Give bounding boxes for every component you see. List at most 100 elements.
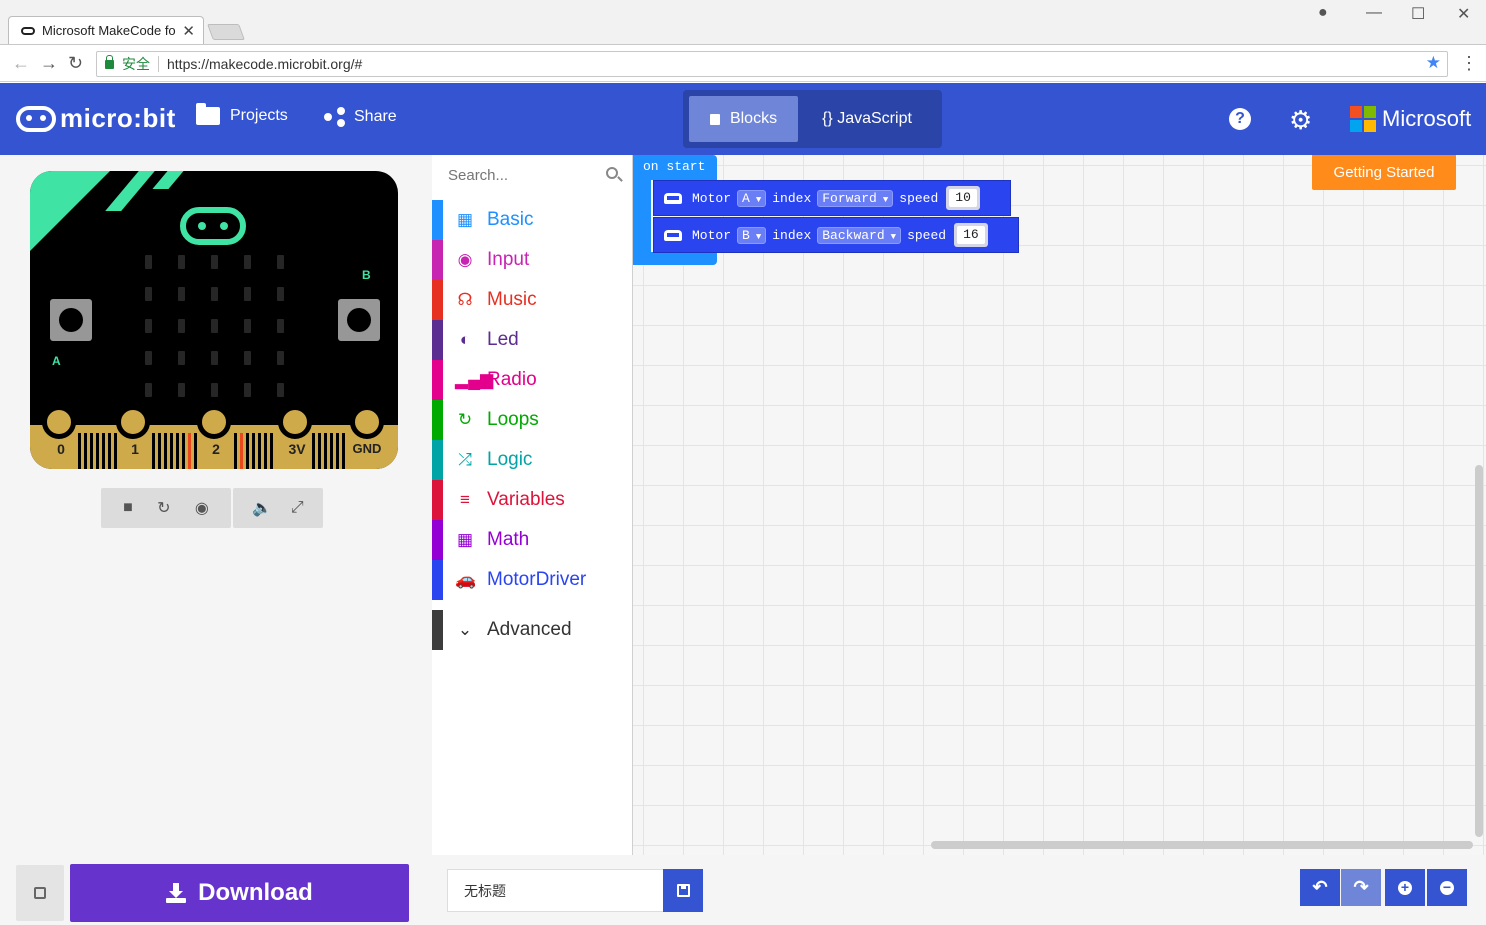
led-cell xyxy=(178,351,185,365)
headphones-icon: ☊ xyxy=(457,290,473,309)
motor-run-block[interactable]: Motor A ▼ index Forward ▼ speed 10 xyxy=(653,180,1011,216)
forward-icon[interactable]: → xyxy=(40,53,58,74)
project-name-input[interactable] xyxy=(447,869,663,912)
zoom-out-button[interactable]: − xyxy=(1427,869,1467,906)
url-field[interactable]: 安全 https://makecode.microbit.org/# ★ xyxy=(96,51,1448,77)
category-logic[interactable]: ⤮ Logic xyxy=(432,440,632,480)
car-icon xyxy=(664,229,682,241)
new-tab-button[interactable] xyxy=(207,24,245,40)
speed-input[interactable]: 10 xyxy=(946,186,980,210)
edge-pin-strip xyxy=(164,433,167,469)
motor-run-block[interactable]: Motor B ▼ index Backward ▼ speed 16 xyxy=(653,217,1019,253)
horizontal-scrollbar[interactable] xyxy=(931,841,1473,849)
microbit-logo[interactable]: micro:bit xyxy=(16,103,176,134)
profile-icon[interactable]: ● xyxy=(1318,4,1328,22)
collapse-simulator-button[interactable] xyxy=(16,865,64,921)
button-b[interactable] xyxy=(338,299,380,341)
javascript-tab[interactable]: {} JavaScript xyxy=(798,96,936,142)
close-window-icon[interactable]: ✕ xyxy=(1457,4,1470,24)
led-cell xyxy=(211,351,218,365)
close-tab-icon[interactable]: ✕ xyxy=(182,22,195,40)
on-start-label: on start xyxy=(643,159,706,174)
blocks-tab[interactable]: Blocks xyxy=(689,96,798,142)
led-cell xyxy=(277,383,284,397)
signal-icon: ▂▄▆ xyxy=(455,370,494,389)
mute-icon[interactable]: 🔈 xyxy=(252,498,272,518)
restart-icon[interactable]: ↻ xyxy=(157,498,170,518)
motor-dropdown[interactable]: B ▼ xyxy=(737,226,767,244)
pin-0[interactable] xyxy=(42,405,76,439)
category-advanced[interactable]: ⌄ Advanced xyxy=(432,610,632,650)
maximize-icon[interactable]: ☐ xyxy=(1411,4,1425,24)
zoom-in-icon: + xyxy=(1398,880,1412,895)
bottom-toolbar: Download ↶ ↷ + − xyxy=(0,855,1486,925)
sim-view-group: 🔈 ⤢ xyxy=(233,488,323,528)
led-cell xyxy=(244,255,251,269)
pin-gnd[interactable] xyxy=(350,405,384,439)
direction-dropdown[interactable]: Backward ▼ xyxy=(817,226,902,244)
led-cell xyxy=(211,255,218,269)
reload-icon[interactable]: ↻ xyxy=(68,53,83,74)
pin-label: 0 xyxy=(57,441,65,457)
pin-2[interactable] xyxy=(197,405,231,439)
led-cell xyxy=(145,351,152,365)
projects-button[interactable]: Projects xyxy=(196,103,288,125)
getting-started-button[interactable]: Getting Started xyxy=(1312,155,1456,190)
undo-button[interactable]: ↶ xyxy=(1300,869,1340,906)
category-radio[interactable]: ▂▄▆ Radio xyxy=(432,360,632,400)
stop-icon[interactable]: ■ xyxy=(123,499,133,517)
led-cell xyxy=(211,383,218,397)
sim-control-group: ■ ↻ ◉ xyxy=(101,488,231,528)
help-icon[interactable]: ? xyxy=(1229,108,1251,130)
pin-3v[interactable] xyxy=(278,405,312,439)
category-label: Variables xyxy=(487,489,565,510)
save-icon xyxy=(676,884,690,897)
browser-tab[interactable]: Microsoft MakeCode fo ✕ xyxy=(8,16,204,44)
redo-button[interactable]: ↷ xyxy=(1341,869,1381,906)
category-led[interactable]: ◐ Led xyxy=(432,320,632,360)
address-bar: ← → ↻ 安全 https://makecode.microbit.org/#… xyxy=(0,44,1486,82)
category-music[interactable]: ☊ Music xyxy=(432,280,632,320)
category-basic[interactable]: ▦ Basic xyxy=(432,200,632,240)
back-icon[interactable]: ← xyxy=(12,53,30,74)
microsoft-logo[interactable]: Microsoft xyxy=(1350,106,1471,132)
edge-pin-strip xyxy=(336,433,339,469)
category-label: Music xyxy=(487,289,537,310)
motor-label: Motor xyxy=(692,227,732,243)
vertical-scrollbar[interactable] xyxy=(1475,465,1483,837)
secure-label: 安全 xyxy=(122,56,150,72)
category-loops[interactable]: ↻ Loops xyxy=(432,400,632,440)
pin-label: GND xyxy=(352,441,382,456)
category-variables[interactable]: ≡ Variables xyxy=(432,480,632,520)
category-math[interactable]: ▦ Math xyxy=(432,520,632,560)
direction-dropdown[interactable]: Forward ▼ xyxy=(817,189,894,207)
download-button[interactable]: Download xyxy=(70,864,409,922)
search-icon[interactable] xyxy=(606,167,618,179)
speed-input[interactable]: 16 xyxy=(954,223,988,247)
minimize-icon[interactable]: — xyxy=(1366,4,1382,22)
pin-1[interactable] xyxy=(116,405,150,439)
edge-pin-strip xyxy=(264,433,267,469)
debug-icon[interactable]: ◉ xyxy=(195,498,209,518)
led-cell xyxy=(244,351,251,365)
browser-tabstrip: Microsoft MakeCode fo ✕ ● — ☐ ✕ xyxy=(0,0,1486,44)
search-input[interactable] xyxy=(448,166,598,184)
category-motordriver[interactable]: 🚗 MotorDriver xyxy=(432,560,632,600)
edge-pin-strip xyxy=(330,433,333,469)
category-input[interactable]: ◉ Input xyxy=(432,240,632,280)
bookmark-star-icon[interactable]: ★ xyxy=(1426,53,1441,73)
category-label: Radio xyxy=(487,369,537,390)
share-button[interactable]: Share xyxy=(324,107,397,127)
blocks-workspace[interactable]: on start Motor A ▼ index Forward ▼ speed 1… xyxy=(632,155,1486,855)
save-button[interactable] xyxy=(663,869,703,912)
motor-dropdown[interactable]: A ▼ xyxy=(737,189,767,207)
undo-redo-group: ↶ ↷ xyxy=(1300,869,1381,906)
share-label: Share xyxy=(354,108,397,125)
browser-menu-icon[interactable]: ⋮ xyxy=(1460,53,1478,74)
category-label: MotorDriver xyxy=(487,569,587,590)
button-a[interactable] xyxy=(50,299,92,341)
fullscreen-icon[interactable]: ⤢ xyxy=(291,499,304,517)
gear-icon[interactable]: ⚙ xyxy=(1289,105,1312,136)
edge-pin-strip xyxy=(252,433,255,469)
zoom-in-button[interactable]: + xyxy=(1385,869,1425,906)
